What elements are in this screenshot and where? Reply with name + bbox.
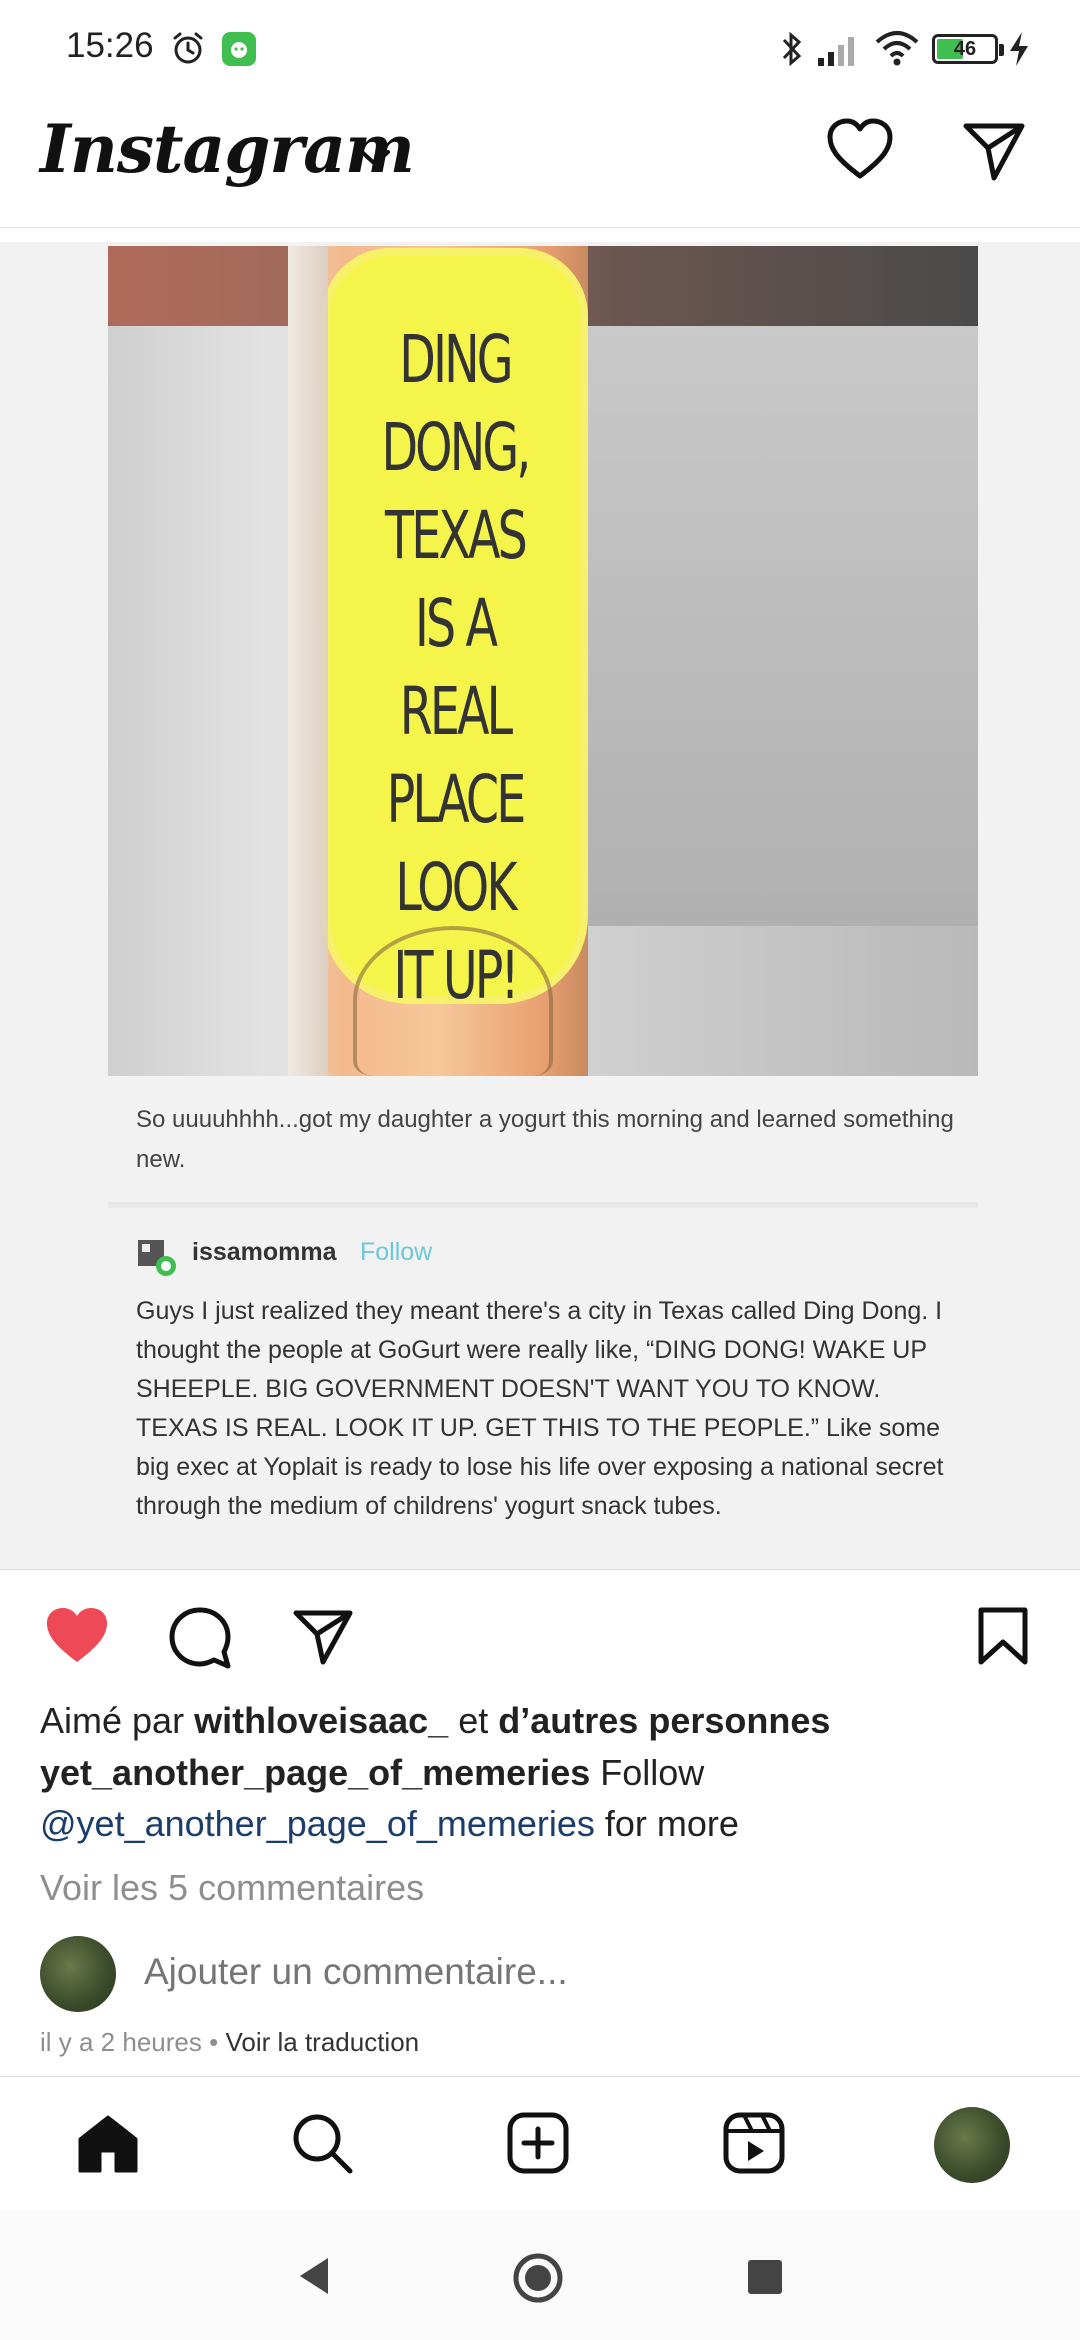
profile-avatar[interactable] xyxy=(934,2107,1010,2183)
post-actions xyxy=(0,1569,1080,1693)
bluetooth-icon xyxy=(782,31,802,67)
wifi-icon xyxy=(875,31,919,66)
caption-text: Follow xyxy=(600,1752,705,1793)
gogurt-photo: DING DONG, TEXAS IS A REAL PLACE LOOK IT… xyxy=(108,246,978,1076)
charging-icon xyxy=(1010,32,1028,66)
add-icon[interactable] xyxy=(506,2111,570,2175)
battery-icon: 46 xyxy=(932,34,1004,64)
chevron-down-icon[interactable] xyxy=(358,146,392,170)
post-timestamp: il y a 2 heures xyxy=(40,2027,202,2057)
status-time: 15:26 xyxy=(66,26,154,65)
reply-username: issamomma xyxy=(192,1238,337,1266)
reels-icon[interactable] xyxy=(722,2111,786,2175)
post-caption: yet_another_page_of_memeries Follow xyxy=(40,1752,704,1794)
home-button-icon[interactable] xyxy=(512,2252,564,2304)
view-comments-link[interactable]: Voir les 5 commentaires xyxy=(40,1867,424,1909)
avatar xyxy=(40,1936,116,2012)
meme-caption: So uuuuhhhh...got my daughter a yogurt t… xyxy=(136,1106,954,1173)
recents-icon[interactable] xyxy=(748,2260,782,2294)
post-caption-continued: @yet_another_page_of_memeries for more xyxy=(40,1803,739,1845)
caption-text-2: for more xyxy=(604,1803,739,1844)
app-notification-icon xyxy=(222,32,256,66)
reply-follow: Follow xyxy=(360,1238,433,1266)
reply-body: Guys I just realized they meant there's … xyxy=(136,1297,944,1520)
divider xyxy=(108,1202,978,1208)
comment-input[interactable] xyxy=(144,1951,1024,1993)
post-meta: il y a 2 heures • Voir la traduction xyxy=(40,2027,419,2058)
send-icon[interactable] xyxy=(292,1608,354,1666)
comment-icon[interactable] xyxy=(168,1606,232,1670)
post-image[interactable]: DING DONG, TEXAS IS A REAL PLACE LOOK IT… xyxy=(0,242,1080,1569)
tube-label-text: DING DONG, TEXAS IS A REAL PLACE LOOK IT… xyxy=(381,321,531,1014)
reply-avatar-icon xyxy=(138,1240,176,1276)
app-header: Instagram xyxy=(0,96,1080,228)
search-icon[interactable] xyxy=(290,2111,354,2175)
system-nav-bar xyxy=(0,2210,1080,2340)
likes-others[interactable]: d’autres personnes xyxy=(498,1700,830,1741)
back-icon[interactable] xyxy=(296,2256,332,2296)
home-icon[interactable] xyxy=(76,2111,140,2175)
signal-icon xyxy=(818,37,854,66)
bookmark-icon[interactable] xyxy=(976,1606,1030,1666)
caption-mention[interactable]: @yet_another_page_of_memeries xyxy=(40,1803,595,1844)
heart-icon[interactable] xyxy=(826,118,894,182)
meta-separator: • xyxy=(209,2027,219,2057)
likes-prefix: Aimé par xyxy=(40,1700,185,1741)
likes-middle: et xyxy=(458,1700,489,1741)
status-bar: 15:26 46 xyxy=(0,0,1080,96)
send-icon[interactable] xyxy=(962,120,1026,182)
alarm-icon xyxy=(173,32,203,64)
translate-link[interactable]: Voir la traduction xyxy=(225,2027,419,2057)
likes-user[interactable]: withloveisaac_ xyxy=(194,1700,448,1741)
caption-username[interactable]: yet_another_page_of_memeries xyxy=(40,1752,590,1793)
heart-filled-icon[interactable] xyxy=(44,1606,110,1666)
likes-summary[interactable]: Aimé par withloveisaac_ et d’autres pers… xyxy=(40,1700,830,1742)
bottom-nav xyxy=(0,2076,1080,2210)
battery-level: 46 xyxy=(953,38,977,60)
